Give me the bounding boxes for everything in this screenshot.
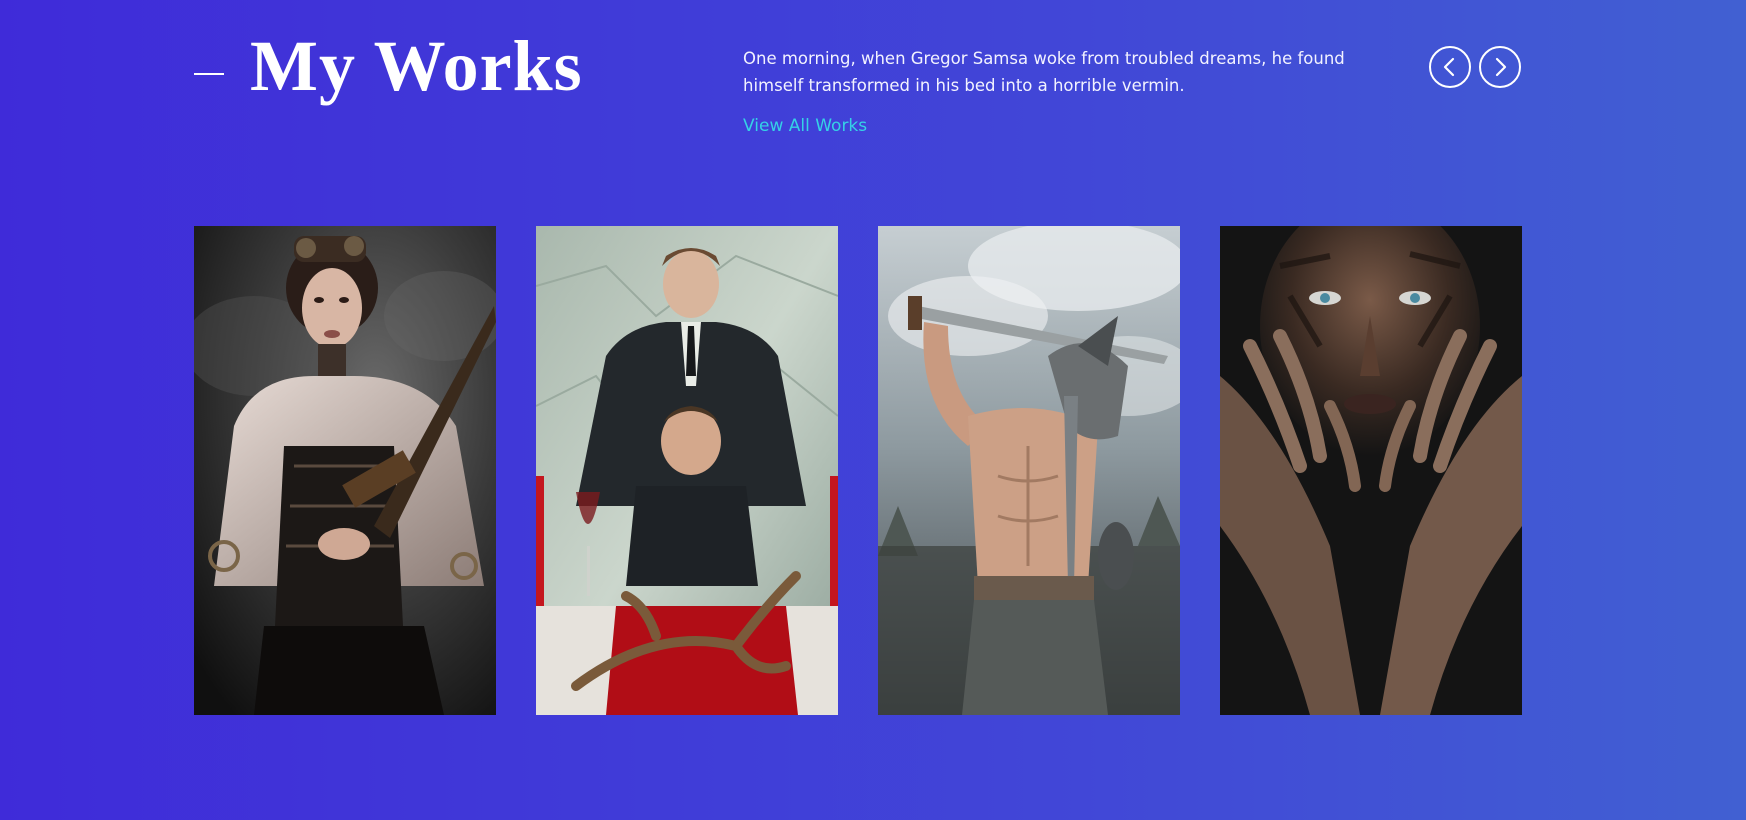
painted-face-hands-image bbox=[1220, 226, 1522, 715]
title-dash-divider bbox=[194, 73, 224, 75]
page-title: My Works bbox=[250, 26, 583, 106]
carousel-navigation bbox=[1429, 46, 1521, 88]
chevron-right-icon bbox=[1495, 57, 1507, 77]
my-works-section: My Works One morning, when Gregor Samsa … bbox=[0, 0, 1746, 820]
steampunk-woman-image bbox=[194, 226, 496, 715]
works-gallery bbox=[194, 226, 1522, 715]
chevron-left-icon bbox=[1443, 57, 1455, 77]
work-card-3[interactable] bbox=[878, 226, 1180, 715]
work-card-4[interactable] bbox=[1220, 226, 1522, 715]
intro-description: One morning, when Gregor Samsa woke from… bbox=[743, 49, 1345, 95]
work-card-2[interactable] bbox=[536, 226, 838, 715]
gladiator-warrior-image bbox=[878, 226, 1180, 715]
intro-block: One morning, when Gregor Samsa woke from… bbox=[743, 45, 1363, 136]
two-men-in-suits-image bbox=[536, 226, 838, 715]
work-card-1[interactable] bbox=[194, 226, 496, 715]
section-heading: My Works bbox=[194, 24, 583, 108]
next-button[interactable] bbox=[1479, 46, 1521, 88]
previous-button[interactable] bbox=[1429, 46, 1471, 88]
view-all-works-link[interactable]: View All Works bbox=[743, 116, 867, 136]
